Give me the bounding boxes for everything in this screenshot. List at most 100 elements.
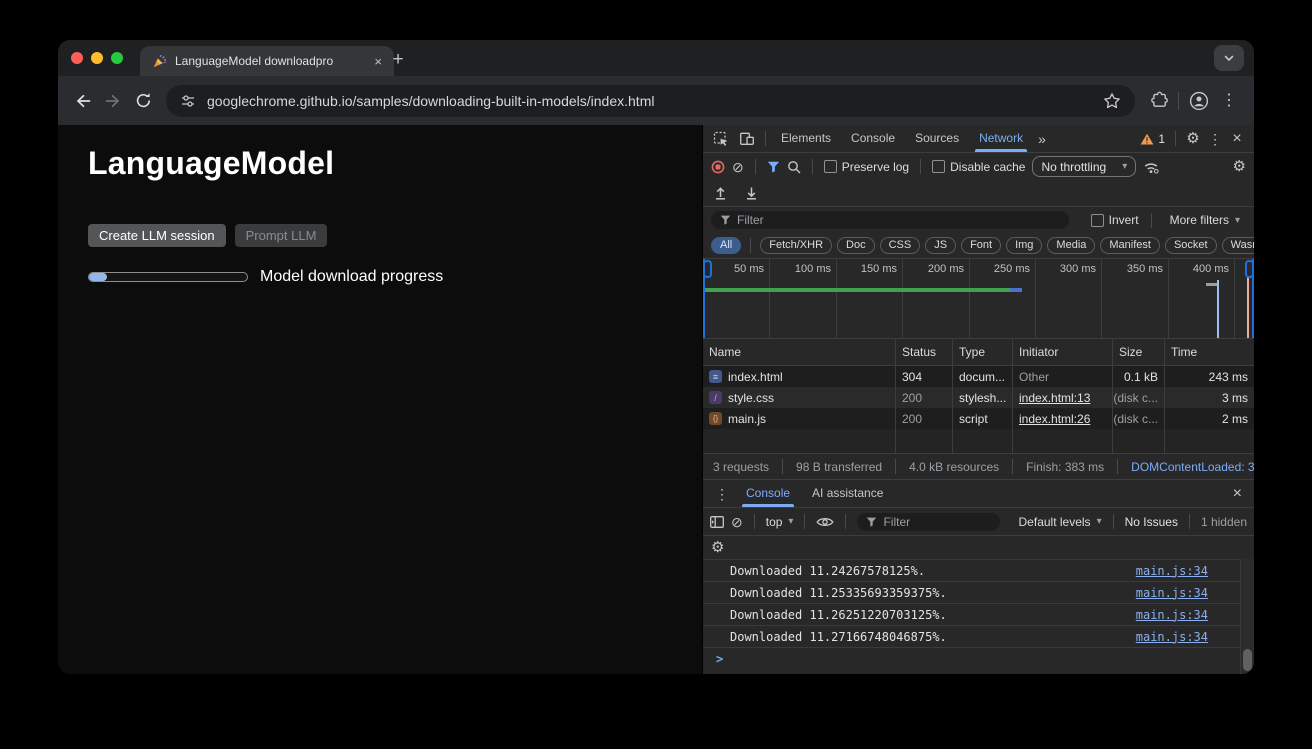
favicon-party-popper-icon: [152, 54, 167, 69]
request-name[interactable]: main.js: [728, 412, 766, 426]
drawer-close-icon[interactable]: ×: [1229, 486, 1246, 502]
tab-close-icon[interactable]: ×: [372, 55, 384, 68]
issues-status[interactable]: No Issues: [1125, 515, 1178, 529]
request-name[interactable]: style.css: [728, 391, 774, 405]
disable-cache-checkbox[interactable]: Disable cache: [932, 160, 1025, 174]
table-row[interactable]: {}main.js 200 script index.html:26 (disk…: [703, 408, 1254, 429]
filter-toggle-icon[interactable]: [767, 161, 780, 173]
more-tabs-icon[interactable]: »: [1034, 132, 1050, 146]
throttling-select[interactable]: No throttling ▾: [1032, 156, 1136, 177]
site-settings-icon[interactable]: [180, 93, 196, 109]
import-har-icon[interactable]: [714, 186, 727, 200]
console-sidebar-icon[interactable]: [710, 516, 724, 528]
chip-doc[interactable]: Doc: [837, 237, 875, 254]
browser-menu-icon[interactable]: ⋮: [1214, 86, 1244, 116]
initiator-link[interactable]: index.html:13: [1019, 391, 1090, 405]
address-bar[interactable]: googlechrome.github.io/samples/downloadi…: [166, 85, 1135, 117]
device-toolbar-icon[interactable]: [735, 131, 759, 147]
col-initiator[interactable]: Initiator: [1013, 339, 1113, 365]
message-source-link[interactable]: main.js:34: [1136, 564, 1208, 578]
console-prompt[interactable]: >: [703, 647, 1254, 670]
clear-console-icon[interactable]: ⊘: [731, 515, 743, 529]
new-tab-button[interactable]: +: [384, 46, 412, 74]
table-row[interactable]: /style.css 200 stylesh... index.html:13 …: [703, 387, 1254, 408]
console-settings-gear-icon[interactable]: ⚙: [711, 540, 724, 555]
create-llm-session-button[interactable]: Create LLM session: [88, 224, 226, 247]
tab-console[interactable]: Console: [842, 125, 904, 152]
export-har-icon[interactable]: [745, 186, 758, 200]
execution-context-select[interactable]: top ▾: [766, 515, 794, 529]
browser-toolbar: googlechrome.github.io/samples/downloadi…: [58, 76, 1254, 125]
network-timeline-overview[interactable]: 50 ms 100 ms 150 ms 200 ms 250 ms 300 ms…: [703, 259, 1254, 339]
reload-icon[interactable]: [128, 86, 158, 116]
network-conditions-icon[interactable]: [1143, 160, 1160, 174]
col-status[interactable]: Status: [896, 339, 953, 365]
hidden-messages-count[interactable]: 1 hidden: [1201, 515, 1247, 529]
clear-network-log-icon[interactable]: ⊘: [732, 160, 744, 174]
more-filters-button[interactable]: More filters ▾: [1164, 213, 1246, 227]
divider: [920, 159, 921, 174]
chip-fetch-xhr[interactable]: Fetch/XHR: [760, 237, 832, 254]
search-icon[interactable]: [787, 160, 801, 174]
drawer-tab-console[interactable]: Console: [737, 480, 799, 507]
minimize-window-button[interactable]: [91, 52, 103, 64]
preserve-log-checkbox[interactable]: Preserve log: [824, 160, 909, 174]
checkbox-box[interactable]: [932, 160, 945, 173]
request-name[interactable]: index.html: [728, 370, 783, 384]
console-filter-input[interactable]: Filter: [857, 513, 1000, 531]
tab-network[interactable]: Network: [970, 125, 1032, 152]
col-time[interactable]: Time: [1165, 339, 1254, 365]
chip-img[interactable]: Img: [1006, 237, 1042, 254]
extensions-icon[interactable]: [1143, 86, 1173, 116]
checkbox-box[interactable]: [824, 160, 837, 173]
col-name[interactable]: Name: [703, 339, 896, 365]
bookmark-star-icon[interactable]: [1103, 92, 1121, 110]
request-status: 200: [896, 387, 953, 408]
devtools-menu-icon[interactable]: ⋮: [1206, 132, 1224, 146]
network-settings-gear-icon[interactable]: ⚙: [1233, 159, 1246, 174]
url-text[interactable]: googlechrome.github.io/samples/downloadi…: [207, 93, 1092, 109]
initiator-link[interactable]: index.html:26: [1019, 412, 1090, 426]
log-levels-select[interactable]: Default levels ▾: [1019, 515, 1102, 529]
chip-css[interactable]: CSS: [880, 237, 921, 254]
profile-avatar-icon[interactable]: [1184, 86, 1214, 116]
back-icon[interactable]: [68, 86, 98, 116]
browser-tab[interactable]: LanguageModel downloadpro ×: [140, 46, 394, 76]
message-text: Downloaded 11.25335693359375%.: [730, 586, 947, 600]
prompt-llm-button[interactable]: Prompt LLM: [235, 224, 328, 247]
col-size[interactable]: Size: [1113, 339, 1165, 365]
chip-socket[interactable]: Socket: [1165, 237, 1217, 254]
inspect-element-icon[interactable]: [709, 131, 733, 147]
scrollbar-thumb[interactable]: [1243, 649, 1252, 671]
tab-elements[interactable]: Elements: [772, 125, 840, 152]
table-row[interactable]: ≡index.html 304 docum... Other 0.1 kB 24…: [703, 366, 1254, 387]
chip-js[interactable]: JS: [925, 237, 956, 254]
forward-icon[interactable]: [98, 86, 128, 116]
chip-all[interactable]: All: [711, 237, 741, 254]
tab-strip-chevron-button[interactable]: [1214, 45, 1244, 71]
zoom-window-button[interactable]: [111, 52, 123, 64]
col-type[interactable]: Type: [953, 339, 1013, 365]
chip-manifest[interactable]: Manifest: [1100, 237, 1160, 254]
console-messages[interactable]: Downloaded 11.24267578125%. main.js:34 D…: [703, 559, 1254, 674]
devtools-close-icon[interactable]: ×: [1226, 131, 1248, 147]
chip-font[interactable]: Font: [961, 237, 1001, 254]
network-filter-input[interactable]: Filter: [711, 211, 1069, 229]
tab-sources[interactable]: Sources: [906, 125, 968, 152]
invert-checkbox[interactable]: Invert: [1091, 213, 1139, 227]
record-network-log-icon[interactable]: [711, 160, 725, 174]
message-source-link[interactable]: main.js:34: [1136, 630, 1208, 644]
checkbox-box[interactable]: [1091, 214, 1104, 227]
drawer-menu-icon[interactable]: ⋮: [711, 487, 733, 501]
message-source-link[interactable]: main.js:34: [1136, 608, 1208, 622]
chip-media[interactable]: Media: [1047, 237, 1095, 254]
live-expression-eye-icon[interactable]: [816, 516, 834, 528]
issues-warning-badge[interactable]: 1: [1136, 132, 1169, 146]
chip-wasm[interactable]: Wasm: [1222, 237, 1254, 254]
close-window-button[interactable]: [71, 52, 83, 64]
devtools-settings-gear-icon[interactable]: ⚙: [1182, 131, 1204, 146]
message-source-link[interactable]: main.js:34: [1136, 586, 1208, 600]
dcl-marker-line: [1217, 280, 1219, 338]
drawer-tab-ai-assistance[interactable]: AI assistance: [803, 480, 892, 507]
divider: [750, 238, 751, 253]
